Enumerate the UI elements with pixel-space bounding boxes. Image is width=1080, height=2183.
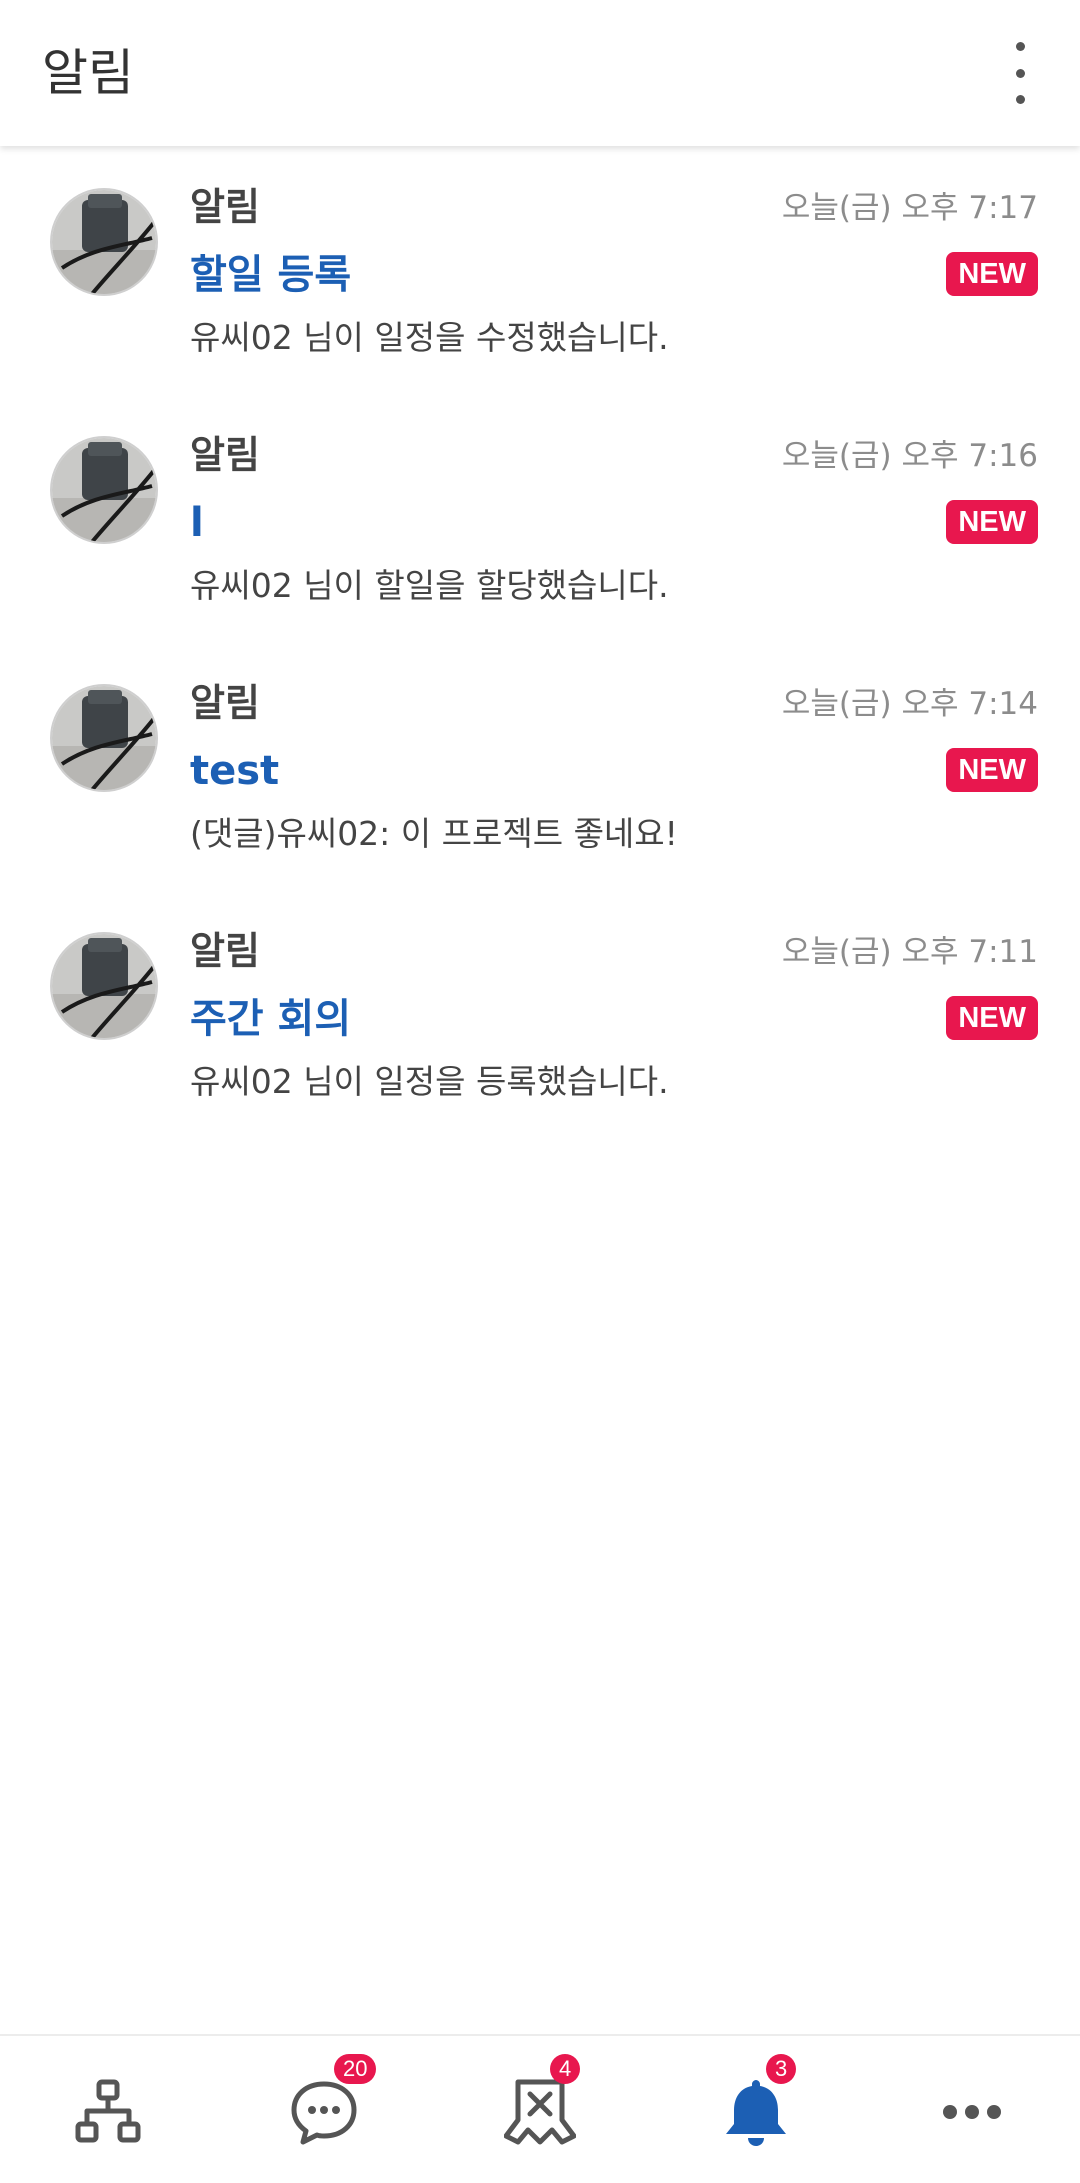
notification-time: 오늘(금) 오후 7:11 (781, 934, 1038, 970)
tab-more[interactable] (864, 2036, 1080, 2183)
tab-tasks[interactable]: 4 (432, 2036, 648, 2183)
notification-subject: l (190, 500, 204, 546)
new-badge: NEW (946, 996, 1038, 1040)
tab-chat[interactable]: 20 (216, 2036, 432, 2183)
notification-time: 오늘(금) 오후 7:16 (781, 438, 1038, 474)
notification-sender: 알림 (190, 433, 260, 477)
avatar (52, 438, 156, 542)
avatar (52, 190, 156, 294)
notification-subject: 할일 등록 (190, 252, 352, 298)
more-vert-icon[interactable] (1000, 42, 1040, 104)
notification-item[interactable]: 알림 오늘(금) 오후 7:14 test NEW (댓글)유씨02: 이 프로… (0, 642, 1080, 890)
tab-organization[interactable] (0, 2036, 216, 2183)
task-x-icon (504, 2079, 576, 2145)
notification-subject: test (190, 748, 280, 794)
notification-list: 알림 오늘(금) 오후 7:17 할일 등록 NEW 유씨02 님이 일정을 수… (0, 146, 1080, 1138)
tab-notifications[interactable]: 3 (648, 2036, 864, 2183)
notification-body: 유씨02 님이 일정을 등록했습니다. (190, 1062, 669, 1101)
avatar (52, 934, 156, 1038)
org-chart-icon (75, 2079, 141, 2143)
page-title: 알림 (42, 44, 134, 102)
bell-icon (726, 2080, 786, 2146)
notification-time: 오늘(금) 오후 7:14 (781, 686, 1038, 722)
notification-subject: 주간 회의 (190, 996, 352, 1042)
notification-item[interactable]: 알림 오늘(금) 오후 7:16 l NEW 유씨02 님이 할일을 할당했습니… (0, 394, 1080, 642)
more-horiz-icon (943, 2105, 1001, 2119)
notification-item[interactable]: 알림 오늘(금) 오후 7:11 주간 회의 NEW 유씨02 님이 일정을 등… (0, 890, 1080, 1138)
notification-body: 유씨02 님이 할일을 할당했습니다. (190, 566, 669, 605)
bottom-tab-bar: 20 4 3 (0, 2034, 1080, 2183)
notification-item[interactable]: 알림 오늘(금) 오후 7:17 할일 등록 NEW 유씨02 님이 일정을 수… (0, 146, 1080, 394)
task-count-badge: 4 (550, 2054, 581, 2084)
notification-count-badge: 3 (766, 2054, 797, 2084)
chat-count-badge: 20 (334, 2054, 377, 2084)
chat-bubble-icon (291, 2081, 357, 2145)
notification-sender: 알림 (190, 929, 260, 973)
new-badge: NEW (946, 252, 1038, 296)
notification-body: (댓글)유씨02: 이 프로젝트 좋네요! (190, 814, 678, 853)
notification-sender: 알림 (190, 681, 260, 725)
new-badge: NEW (946, 748, 1038, 792)
notification-body: 유씨02 님이 일정을 수정했습니다. (190, 318, 669, 357)
notification-sender: 알림 (190, 185, 260, 229)
new-badge: NEW (946, 500, 1038, 544)
notification-time: 오늘(금) 오후 7:17 (781, 190, 1038, 226)
avatar (52, 686, 156, 790)
app-bar: 알림 (0, 0, 1080, 146)
